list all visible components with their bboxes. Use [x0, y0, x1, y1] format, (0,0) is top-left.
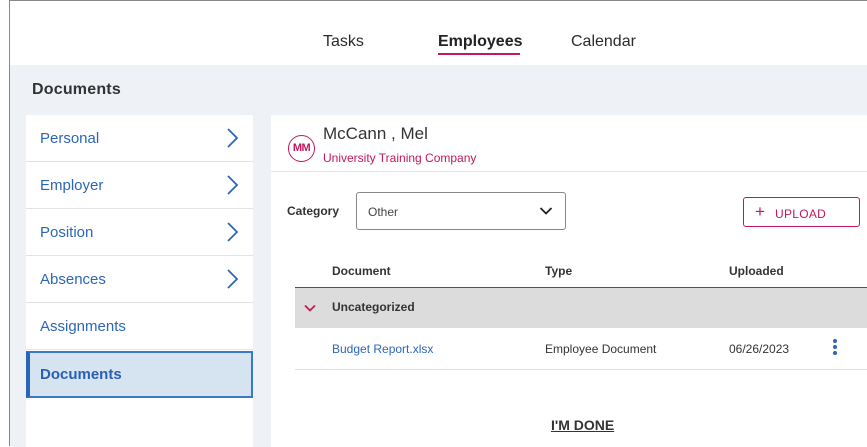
- sidebar-item-documents[interactable]: Documents: [26, 351, 253, 398]
- chevron-down-icon: [304, 304, 316, 312]
- upload-button-label: UPLOAD: [775, 207, 827, 221]
- sidebar-item-label: Employer: [40, 177, 104, 194]
- document-type: Employee Document: [545, 342, 657, 356]
- tab-calendar[interactable]: Calendar: [571, 33, 636, 51]
- column-header-type[interactable]: Type: [545, 264, 572, 278]
- sidebar-item-personal[interactable]: Personal: [26, 115, 253, 162]
- chevron-right-icon: [227, 222, 239, 242]
- done-link[interactable]: I'M DONE: [551, 417, 614, 433]
- column-header-document[interactable]: Document: [332, 264, 391, 278]
- category-select[interactable]: Other: [356, 192, 566, 230]
- sidebar-item-label: Assignments: [40, 318, 126, 335]
- chevron-down-icon: [539, 207, 553, 215]
- sidebar-item-assignments[interactable]: Assignments: [26, 303, 253, 350]
- tab-employees[interactable]: Employees: [438, 33, 522, 51]
- documents-panel: MM McCann , Mel University Training Comp…: [271, 115, 867, 447]
- employee-company: University Training Company: [323, 151, 477, 165]
- section-title: Documents: [32, 81, 121, 98]
- column-header-uploaded[interactable]: Uploaded: [729, 264, 784, 278]
- sidebar-item-position[interactable]: Position: [26, 209, 253, 256]
- group-label: Uncategorized: [332, 300, 415, 314]
- sidebar-item-label: Documents: [40, 366, 122, 383]
- sidebar-item-employer[interactable]: Employer: [26, 162, 253, 209]
- category-label: Category: [287, 204, 340, 218]
- chevron-right-icon: [227, 128, 239, 148]
- plus-icon: +: [755, 202, 765, 221]
- upload-button[interactable]: + UPLOAD: [743, 197, 860, 227]
- active-tab-underline: [438, 53, 520, 55]
- more-vertical-icon[interactable]: [830, 339, 840, 359]
- document-link[interactable]: Budget Report.xlsx: [332, 342, 433, 356]
- chevron-right-icon: [227, 269, 239, 289]
- sidebar-item-absences[interactable]: Absences: [26, 256, 253, 303]
- sidebar-item-label: Personal: [40, 130, 100, 147]
- table-row: Budget Report.xlsx Employee Document 06/…: [295, 328, 867, 370]
- document-uploaded-date: 06/26/2023: [729, 342, 790, 356]
- sidebar-item-label: Absences: [40, 271, 106, 288]
- chevron-right-icon: [227, 175, 239, 195]
- avatar: MM: [288, 135, 315, 162]
- app-frame: Tasks Employees Calendar Documents Perso…: [9, 0, 867, 447]
- category-select-value: Other: [368, 205, 399, 219]
- tab-tasks[interactable]: Tasks: [323, 33, 364, 51]
- employee-name: McCann , Mel: [323, 124, 428, 143]
- sidebar: Personal Employer Position Absences Assi…: [26, 115, 253, 447]
- employee-header: MM McCann , Mel University Training Comp…: [271, 115, 867, 172]
- group-row-uncategorized[interactable]: Uncategorized: [295, 288, 867, 328]
- sidebar-item-label: Position: [40, 224, 94, 241]
- top-navigation: Tasks Employees Calendar: [10, 1, 867, 65]
